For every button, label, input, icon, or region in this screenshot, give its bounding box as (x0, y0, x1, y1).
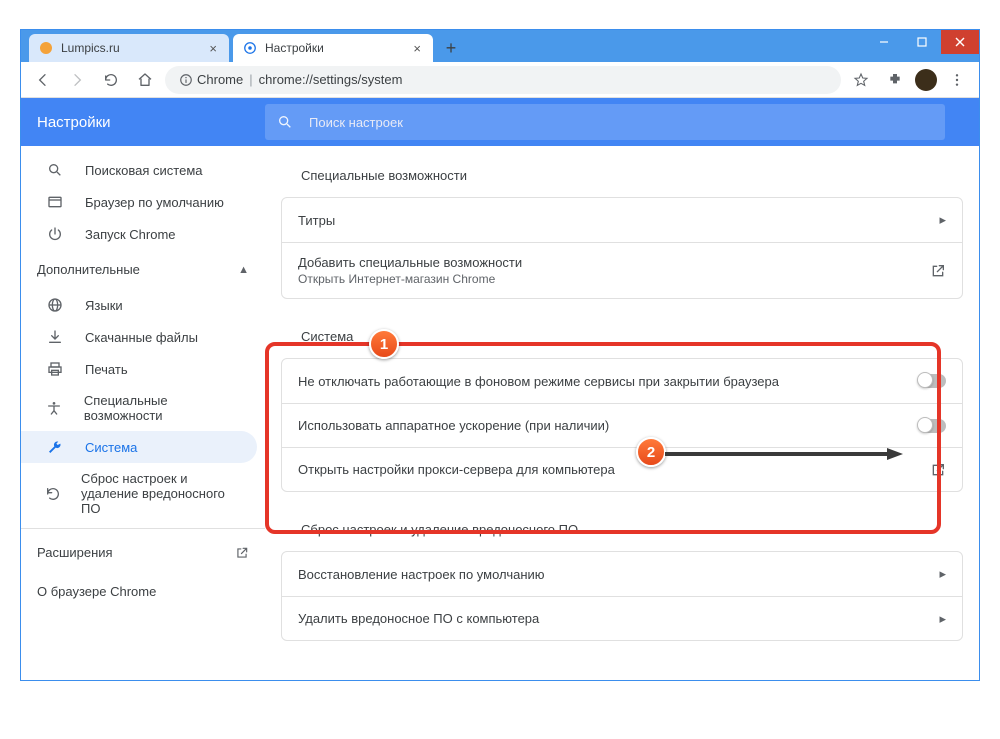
sidebar: Поисковая система Браузер по умолчанию З… (21, 98, 265, 680)
sidebar-item-label: Языки (85, 298, 123, 313)
toggle-hardware-acceleration[interactable] (918, 419, 946, 433)
chevron-right-icon: ▸ (939, 611, 946, 627)
section-title-accessibility: Специальные возможности (281, 154, 963, 197)
minimize-button[interactable] (865, 30, 903, 54)
sidebar-item-accessibility[interactable]: Специальные возможности (21, 385, 257, 431)
external-link-icon (235, 546, 249, 560)
home-button[interactable] (131, 66, 159, 94)
tab-close-icon[interactable]: × (207, 41, 219, 56)
row-background-apps[interactable]: Не отключать работающие в фоновом режиме… (282, 359, 962, 403)
accessibility-icon (45, 400, 64, 416)
row-add-accessibility[interactable]: Добавить специальные возможности Открыть… (282, 242, 962, 298)
maximize-button[interactable] (903, 30, 941, 54)
sidebar-item-label: О браузере Chrome (37, 584, 156, 599)
section-title-reset: Сброс настроек и удаление вредоносного П… (281, 508, 963, 551)
titlebar: Lumpics.ru × Настройки × + (21, 30, 979, 62)
sidebar-group-label: Дополнительные (37, 262, 140, 277)
download-icon (45, 329, 65, 345)
card-reset: Восстановление настроек по умолчанию ▸ У… (281, 551, 963, 641)
toggle-background-apps[interactable] (918, 374, 946, 388)
browser-window: Lumpics.ru × Настройки × + (20, 29, 980, 681)
sidebar-item-label: Скачанные файлы (85, 330, 198, 345)
settings-header: Настройки Поиск настроек (21, 98, 979, 146)
sidebar-item-search-engine[interactable]: Поисковая система (21, 154, 257, 186)
globe-icon (45, 297, 65, 313)
search-icon (45, 162, 65, 178)
sidebar-item-languages[interactable]: Языки (21, 289, 257, 321)
print-icon (45, 361, 65, 377)
tab-lumpics[interactable]: Lumpics.ru × (29, 34, 229, 62)
gear-icon (243, 41, 257, 55)
close-button[interactable] (941, 30, 979, 54)
window-controls (865, 30, 979, 54)
extensions-icon[interactable] (881, 66, 909, 94)
back-button[interactable] (29, 66, 57, 94)
annotation-callout-1: 1 (369, 329, 399, 359)
sidebar-group-advanced[interactable]: Дополнительные ▲ (21, 250, 265, 289)
sidebar-item-reset[interactable]: Сброс настроек и удаление вредоносного П… (21, 463, 257, 524)
sidebar-item-downloads[interactable]: Скачанные файлы (21, 321, 257, 353)
search-icon (277, 114, 293, 130)
annotation-callout-2: 2 (636, 437, 666, 467)
sidebar-item-print[interactable]: Печать (21, 353, 257, 385)
wrench-icon (45, 439, 65, 455)
sidebar-item-label: Поисковая система (85, 163, 203, 178)
tab-title: Lumpics.ru (61, 41, 207, 55)
address-bar: Chrome | chrome://settings/system (21, 62, 979, 98)
sidebar-item-extensions[interactable]: Расширения (21, 533, 265, 572)
sidebar-item-label: Расширения (37, 545, 113, 560)
omnibox[interactable]: Chrome | chrome://settings/system (165, 66, 841, 94)
row-remove-malware[interactable]: Удалить вредоносное ПО с компьютера ▸ (282, 596, 962, 640)
sidebar-item-startup[interactable]: Запуск Chrome (21, 218, 257, 250)
sidebar-item-system[interactable]: Система (21, 431, 257, 463)
sidebar-item-default-browser[interactable]: Браузер по умолчанию (21, 186, 257, 218)
content-area: Настройки Поиск настроек Поисковая систе… (21, 98, 979, 680)
new-tab-button[interactable]: + (437, 34, 465, 62)
chevron-up-icon: ▲ (238, 264, 249, 276)
settings-main: Специальные возможности Титры ▸ Добавить… (265, 98, 979, 680)
profile-avatar[interactable] (915, 69, 937, 91)
window-icon (45, 194, 65, 210)
sidebar-item-label: Сброс настроек и удаление вредоносного П… (81, 471, 241, 516)
sidebar-item-label: Браузер по умолчанию (85, 195, 224, 210)
tab-close-icon[interactable]: × (411, 41, 423, 56)
chevron-right-icon: ▸ (939, 212, 946, 228)
favicon-orange-icon (39, 41, 53, 55)
settings-search-input[interactable]: Поиск настроек (265, 104, 945, 140)
sidebar-item-label: Система (85, 440, 137, 455)
tab-title: Настройки (265, 41, 411, 55)
external-link-icon (930, 462, 946, 478)
card-accessibility: Титры ▸ Добавить специальные возможности… (281, 197, 963, 299)
sidebar-item-label: Запуск Chrome (85, 227, 176, 242)
chevron-right-icon: ▸ (939, 566, 946, 582)
site-info-icon[interactable] (179, 73, 193, 87)
row-captions[interactable]: Титры ▸ (282, 198, 962, 242)
sidebar-item-about[interactable]: О браузере Chrome (21, 572, 265, 611)
reload-button[interactable] (97, 66, 125, 94)
kebab-menu-icon[interactable] (943, 66, 971, 94)
power-icon (45, 226, 65, 242)
search-placeholder: Поиск настроек (309, 115, 403, 130)
settings-title: Настройки (37, 114, 265, 131)
forward-button[interactable] (63, 66, 91, 94)
restore-icon (45, 486, 61, 502)
external-link-icon (930, 263, 946, 279)
row-restore-defaults[interactable]: Восстановление настроек по умолчанию ▸ (282, 552, 962, 596)
sidebar-item-label: Специальные возможности (84, 393, 241, 423)
tabs-area: Lumpics.ru × Настройки × + (21, 30, 865, 62)
bookmark-star-icon[interactable] (847, 66, 875, 94)
omnibox-proto: Chrome (197, 72, 243, 87)
row-hardware-acceleration[interactable]: Использовать аппаратное ускорение (при н… (282, 403, 962, 447)
annotation-arrow (665, 446, 905, 462)
tab-settings[interactable]: Настройки × (233, 34, 433, 62)
omnibox-url: chrome://settings/system (259, 72, 403, 87)
card-system: Не отключать работающие в фоновом режиме… (281, 358, 963, 492)
sidebar-item-label: Печать (85, 362, 128, 377)
